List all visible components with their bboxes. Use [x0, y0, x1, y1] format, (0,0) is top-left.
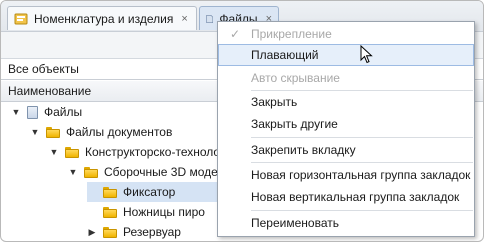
tree-item-label: Файлы [44, 105, 83, 119]
tree-row[interactable]: ▼ Файлы [11, 102, 83, 122]
menu-item-new-vertical-group[interactable]: Новая вертикальная группа закладок [218, 186, 474, 208]
folder-icon [65, 146, 79, 158]
tree-row[interactable]: ▶ Резервуар [87, 222, 181, 241]
tree-row[interactable]: ▼ Конструкторско-техноло [49, 142, 221, 162]
files-icon [206, 14, 214, 23]
mouse-cursor-icon [360, 45, 373, 64]
tree-row-selected[interactable]: Фиксатор [87, 182, 219, 202]
menu-separator [251, 137, 473, 138]
menu-item-rename[interactable]: Переименовать [218, 212, 474, 234]
folder-icon [103, 206, 117, 218]
expand-arrow-icon[interactable]: ▶ [87, 227, 97, 238]
menu-item-label: Новая вертикальная группа закладок [251, 190, 460, 204]
menu-item-pin-tab[interactable]: Закрепить вкладку [218, 139, 474, 161]
menu-item-label: Прикрепление [251, 27, 332, 41]
folder-icon [46, 126, 60, 138]
menu-item-auto-hide[interactable]: Авто скрывание [218, 67, 474, 89]
menu-item-new-horizontal-group[interactable]: Новая горизонтальная группа закладок [218, 164, 474, 186]
menu-separator [251, 210, 473, 211]
app-window: Номенклатура и изделия × Файлы × Все объ… [0, 0, 484, 242]
tree-row[interactable]: ▼ Файлы документов [30, 122, 173, 142]
menu-item-label: Закрыть [251, 95, 298, 109]
nomenclature-icon [14, 13, 28, 24]
tree-item-label: Файлы документов [66, 125, 173, 139]
expand-arrow-icon[interactable]: ▼ [30, 127, 40, 137]
menu-item-label: Авто скрывание [251, 71, 340, 85]
menu-item-label: Закрыть другие [251, 117, 338, 131]
column-header-label: Наименование [8, 84, 92, 98]
expand-arrow-icon[interactable]: ▼ [49, 147, 59, 157]
tree-item-label: Ножницы пиро [123, 205, 205, 219]
tree-row[interactable]: ▼ Сборочные 3D моде [68, 162, 218, 182]
tree-row[interactable]: Ножницы пиро [87, 202, 205, 222]
tab-context-menu: ✓ Прикрепление Плавающий Авто скрывание … [217, 21, 475, 237]
expand-arrow-icon[interactable]: ▼ [68, 167, 78, 177]
filter-value: Все объекты [8, 62, 79, 76]
tree-item-label: Сборочные 3D моде [104, 165, 218, 179]
tab-label: Номенклатура и изделия [34, 11, 174, 26]
file-icon [27, 105, 38, 119]
tree-item-label: Конструкторско-техноло [85, 145, 221, 159]
tree-item-label: Фиксатор [123, 185, 176, 199]
folder-icon [103, 186, 117, 198]
close-icon[interactable]: × [181, 13, 187, 25]
menu-item-close[interactable]: Закрыть [218, 91, 474, 113]
tree-item-label: Резервуар [123, 225, 181, 239]
menu-item-floating[interactable]: Плавающий [218, 44, 474, 66]
tab-nomenclature[interactable]: Номенклатура и изделия × [7, 6, 197, 30]
menu-item-label: Новая горизонтальная группа закладок [251, 168, 471, 182]
menu-item-docking[interactable]: ✓ Прикрепление [218, 23, 474, 45]
menu-separator [251, 162, 473, 163]
folder-icon [103, 226, 117, 238]
menu-item-label: Переименовать [251, 216, 339, 230]
expand-arrow-icon[interactable]: ▼ [11, 107, 21, 117]
folder-icon [84, 166, 98, 178]
menu-item-label: Закрепить вкладку [251, 143, 356, 157]
menu-item-close-others[interactable]: Закрыть другие [218, 113, 474, 135]
check-icon: ✓ [230, 27, 241, 41]
menu-item-label: Плавающий [251, 48, 319, 62]
